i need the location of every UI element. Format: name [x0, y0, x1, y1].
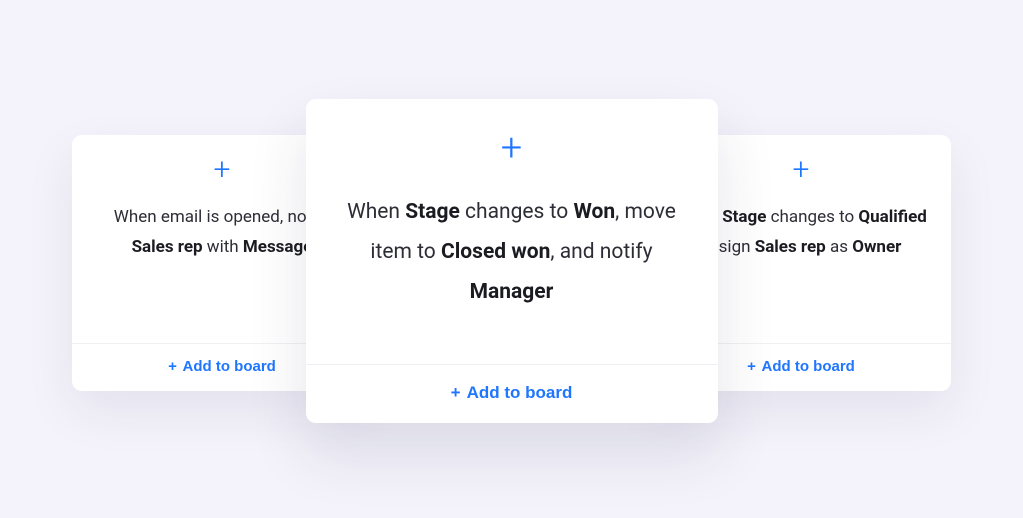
plus-icon: + — [501, 129, 522, 167]
card-body: + When Stage changes to Won, move item t… — [306, 99, 718, 364]
automation-rule-text: When Stage changes to Won, move item to … — [336, 193, 688, 313]
plus-small-icon: + — [168, 358, 177, 375]
add-to-board-label: Add to board — [183, 358, 276, 375]
add-to-board-label: Add to board — [467, 383, 573, 402]
add-to-board-label: Add to board — [762, 358, 855, 375]
add-to-board-button[interactable]: + Add to board — [747, 358, 855, 375]
add-to-board-button[interactable]: + Add to board — [168, 358, 276, 375]
plus-icon: + — [214, 155, 231, 185]
plus-icon: + — [793, 155, 810, 185]
automation-cards-carousel: + When email is opened, notify Sales rep… — [0, 89, 1023, 429]
card-footer: + Add to board — [306, 364, 718, 423]
plus-small-icon: + — [451, 383, 461, 402]
plus-small-icon: + — [747, 358, 756, 375]
automation-card-center[interactable]: + When Stage changes to Won, move item t… — [306, 99, 718, 423]
add-to-board-button[interactable]: + Add to board — [451, 383, 573, 403]
